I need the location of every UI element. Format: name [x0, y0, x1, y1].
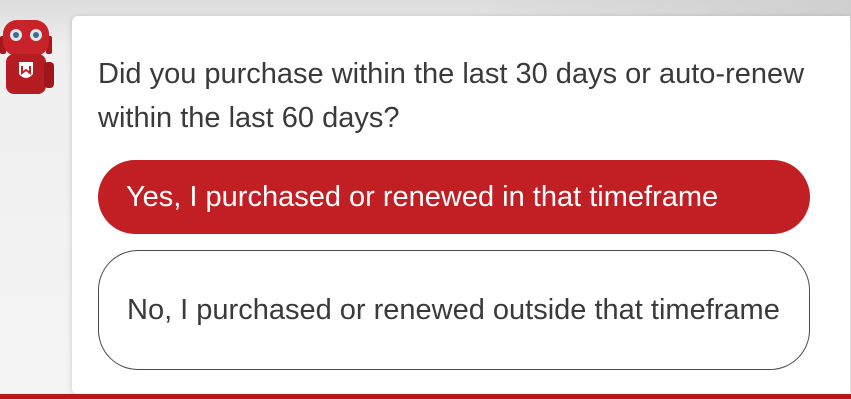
option-yes-button[interactable]: Yes, I purchased or renewed in that time… [98, 160, 810, 234]
chat-message-card: Did you purchase within the last 30 days… [72, 16, 850, 394]
robot-assistant-icon [0, 18, 60, 98]
option-no-button[interactable]: No, I purchased or renewed outside that … [98, 250, 810, 370]
chat-stage: Did you purchase within the last 30 days… [0, 0, 851, 399]
chat-question: Did you purchase within the last 30 days… [98, 58, 805, 134]
bottom-accent-bar [0, 394, 851, 399]
